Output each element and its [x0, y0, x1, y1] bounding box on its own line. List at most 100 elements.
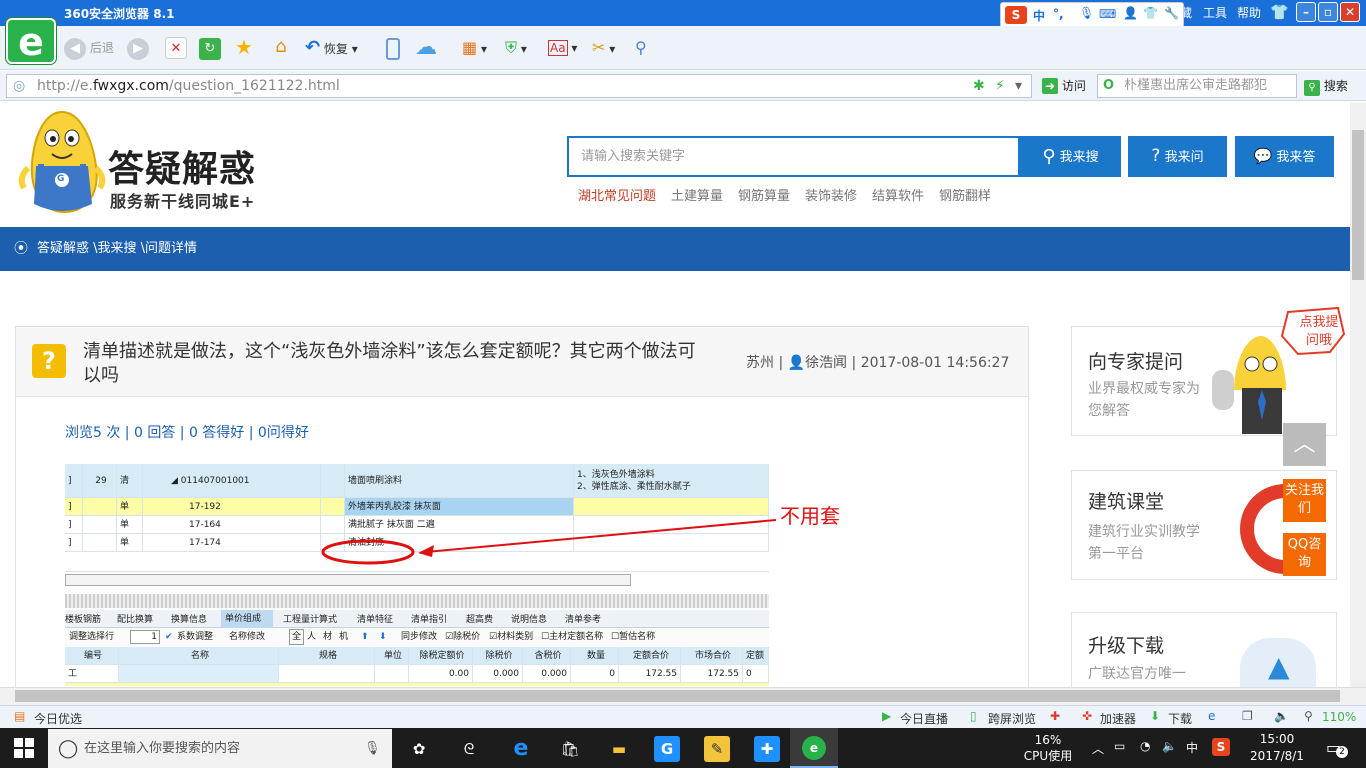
visit-button[interactable]: ➜ 访问: [1042, 77, 1086, 95]
restore-button[interactable]: ↶ 恢复 ▾: [305, 36, 358, 60]
cross-screen-link[interactable]: 跨屏浏览: [988, 710, 1036, 727]
material-category-checkbox[interactable]: ☑材料类别: [489, 628, 533, 646]
hot-link-rebar-layout[interactable]: 钢筋翻样: [939, 185, 991, 204]
find-button[interactable]: ⚲: [635, 36, 647, 60]
adjust-row-input[interactable]: 1: [130, 630, 160, 644]
calculator-app-icon[interactable]: ✚: [754, 736, 780, 762]
horizontal-scroll-thumb[interactable]: [15, 690, 1340, 702]
tab-item-guide[interactable]: 清单指引: [411, 612, 455, 625]
medical-icon[interactable]: ✚: [1050, 709, 1060, 723]
filter-all[interactable]: 全: [289, 629, 305, 645]
hot-link-civil[interactable]: 土建算量: [671, 185, 723, 204]
home-button[interactable]: ⌂: [270, 36, 292, 60]
zoom-level[interactable]: 110%: [1322, 710, 1356, 724]
search-submit-button[interactable]: ⚲ 我来搜: [1020, 136, 1121, 177]
wrench-icon[interactable]: 🔧: [1164, 6, 1179, 20]
stop-button[interactable]: ✕: [165, 36, 187, 60]
edge-icon[interactable]: e: [508, 736, 534, 762]
active-browser-task[interactable]: e: [790, 728, 838, 768]
ime-mode[interactable]: 中: [1033, 7, 1045, 24]
main-material-checkbox[interactable]: ☐主材定额名称: [541, 628, 603, 646]
browser-search-box[interactable]: O 朴槿惠出席公审走路都犯: [1097, 74, 1297, 98]
file-explorer-icon[interactable]: ▬: [606, 736, 632, 762]
skin-icon[interactable]: 👕: [1270, 3, 1289, 21]
close-icon[interactable]: ✕: [1340, 2, 1360, 22]
rename-dropdown[interactable]: 名称修改: [229, 628, 265, 646]
estimate-name-checkbox[interactable]: ☐暂估名称: [611, 628, 655, 646]
speed-mode-icon[interactable]: ⚡: [995, 75, 1005, 97]
tab-mix-convert[interactable]: 配比换算: [117, 612, 165, 625]
attached-screenshot[interactable]: ] 29 清 ◢ 011407001001 墙面喷刷涂料 1、浅灰色外墙涂料 2、…: [65, 464, 769, 686]
tab-item-reference[interactable]: 清单参考: [565, 612, 609, 625]
browser-logo-icon[interactable]: e: [6, 18, 56, 64]
glodon-app-icon[interactable]: G: [654, 736, 680, 762]
cloud-button[interactable]: ☁: [415, 36, 437, 60]
forward-button[interactable]: ▶: [127, 36, 149, 60]
microphone-icon[interactable]: 🎙: [1079, 6, 1094, 20]
mobile-button[interactable]: [386, 36, 400, 60]
hot-link-rebar[interactable]: 钢筋算量: [738, 185, 790, 204]
sheet-splitter[interactable]: [65, 594, 769, 608]
loading-icon[interactable]: ✱: [973, 75, 985, 97]
live-link[interactable]: 今日直播: [900, 710, 948, 727]
microphone-icon[interactable]: 🎙: [364, 729, 381, 768]
answer-button[interactable]: 💬 我来答: [1235, 136, 1334, 177]
vertical-scroll-thumb[interactable]: [1352, 130, 1364, 280]
task-view-icon[interactable]: ✿: [406, 736, 432, 762]
cpu-meter[interactable]: 16% CPU使用: [1020, 732, 1076, 764]
hot-link-decoration[interactable]: 装饰装修: [805, 185, 857, 204]
tab-height-fee[interactable]: 超高费: [466, 612, 502, 625]
ask-button[interactable]: ? 我来问: [1128, 136, 1227, 177]
question-author[interactable]: 徐浩闻: [805, 355, 847, 371]
user-icon[interactable]: 👤: [1123, 6, 1138, 20]
move-up-icon[interactable]: ⬆: [361, 628, 369, 646]
sogou-tray-icon[interactable]: S: [1212, 738, 1230, 756]
windows-start-icon[interactable]: [14, 738, 34, 758]
ime-toolbar[interactable]: S 中 °, 🎙 ⌨ 👤 👕 🔧: [1000, 2, 1184, 28]
adjust-row-dropdown[interactable]: 调整选择行: [69, 628, 114, 646]
url-dropdown-icon[interactable]: ▾: [1015, 75, 1022, 97]
taskbar-ime[interactable]: 中: [1186, 739, 1198, 756]
speaker-icon[interactable]: 🔈: [1162, 739, 1177, 753]
network-icon[interactable]: ▭: [1114, 739, 1125, 753]
tab-unit-price[interactable]: 单价组成: [221, 610, 273, 628]
back-button[interactable]: ◀ 后退: [64, 36, 114, 60]
text-button[interactable]: Aa ▾: [548, 36, 577, 60]
filter-material[interactable]: 材: [323, 628, 332, 646]
tax-price-checkbox[interactable]: ☑除税价: [445, 628, 480, 646]
question-location[interactable]: 苏州: [746, 355, 774, 371]
refresh-button[interactable]: ↻: [199, 36, 221, 60]
accelerator-link[interactable]: 加速器: [1100, 710, 1136, 727]
follow-us-button[interactable]: 关注我们: [1283, 479, 1326, 522]
wifi-icon[interactable]: ◔: [1140, 739, 1150, 753]
keyboard-icon[interactable]: ⌨: [1099, 7, 1116, 21]
zoom-icon[interactable]: ⚲: [1304, 709, 1313, 723]
ime-punct[interactable]: °,: [1053, 7, 1064, 21]
store-icon[interactable]: 🛍: [557, 736, 583, 762]
hot-link-hubei[interactable]: 湖北常见问题: [578, 185, 656, 204]
sync-edit-toggle[interactable]: 同步修改: [401, 628, 437, 646]
ie-icon[interactable]: e: [1208, 709, 1215, 723]
breadcrumb[interactable]: 答疑解惑 \我来搜 \问题详情: [37, 227, 197, 271]
address-bar[interactable]: ◎ http://e.fwxgx.com/question_1621122.ht…: [6, 74, 1032, 98]
daily-picks-link[interactable]: 今日优选: [34, 710, 82, 727]
tab-slab-rebar[interactable]: 楼板钢筋: [65, 612, 113, 625]
taskbar-search[interactable]: ◯ 在这里输入你要搜索的内容 🎙: [48, 729, 392, 768]
search-engine-icon[interactable]: O: [1103, 75, 1114, 97]
back-to-top-button[interactable]: ︿: [1283, 423, 1326, 466]
notes-app-icon[interactable]: ✎: [704, 736, 730, 762]
tab-quantity-formula[interactable]: 工程量计算式: [283, 612, 345, 625]
qq-consult-button[interactable]: QQ咨询: [1283, 533, 1326, 576]
tray-expand-icon[interactable]: ︿: [1092, 740, 1104, 757]
tab-item-features[interactable]: 清单特征: [357, 612, 401, 625]
search-button[interactable]: ⚲ 搜索: [1304, 77, 1348, 96]
filter-labor[interactable]: 人: [307, 628, 316, 646]
volume-icon[interactable]: 🔈: [1274, 709, 1289, 723]
minimize-icon[interactable]: –: [1296, 2, 1316, 22]
favorite-button[interactable]: ★: [233, 36, 255, 60]
filter-machine[interactable]: 机: [339, 628, 348, 646]
shirt-icon[interactable]: 👕: [1143, 6, 1158, 20]
sheet-hscroll[interactable]: [65, 574, 631, 586]
apps-button[interactable]: ▦ ▾: [462, 36, 487, 60]
download-link[interactable]: 下载: [1168, 710, 1192, 727]
